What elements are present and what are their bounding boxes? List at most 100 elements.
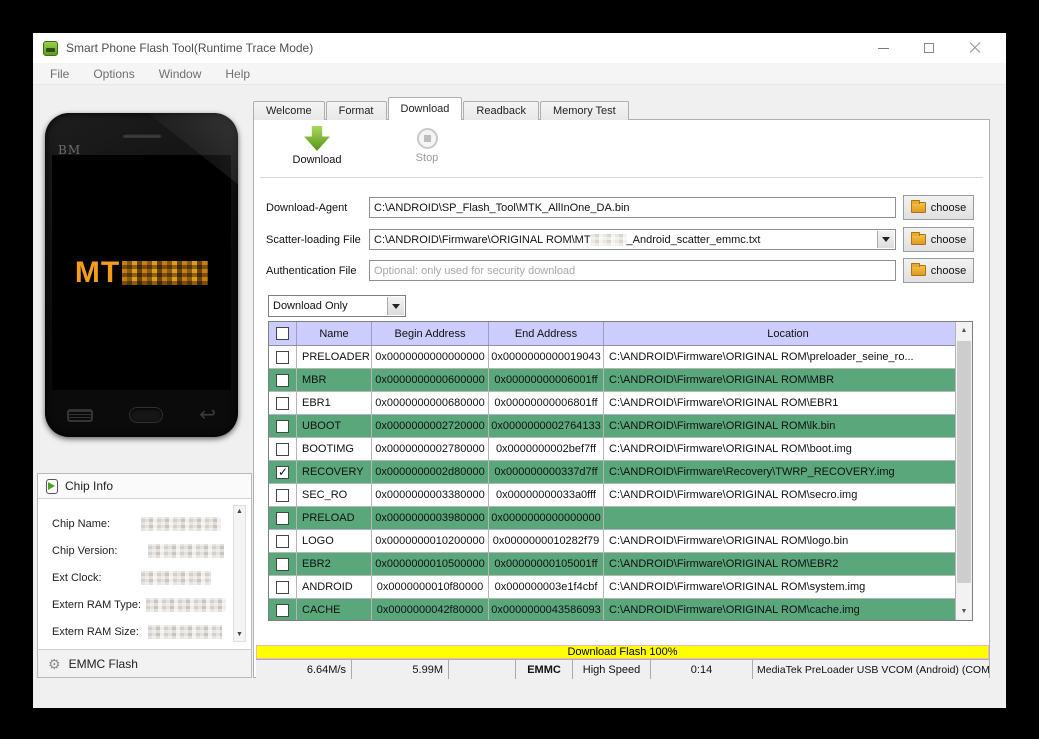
- status-bar: 6.64M/s 5.99M EMMC High Speed 0:14 Media…: [256, 659, 989, 679]
- menu-item-window[interactable]: Window: [147, 67, 214, 81]
- row-checkbox[interactable]: [276, 580, 289, 594]
- menu-item-options[interactable]: Options: [81, 67, 146, 81]
- chip-field-label: Chip Version:: [52, 545, 118, 557]
- chip-field-value-redacted: [146, 598, 226, 612]
- cell-begin-address: 0x0000000042f80000: [372, 599, 489, 620]
- column-header-name[interactable]: Name: [297, 322, 372, 345]
- choose-button-auth[interactable]: choose: [903, 258, 974, 283]
- close-button[interactable]: [952, 33, 998, 63]
- table-row[interactable]: SEC_RO 0x0000000003380000 0x00000000033a…: [269, 484, 972, 507]
- combobox-arrow-icon[interactable]: [877, 231, 894, 248]
- row-checkbox[interactable]: [276, 557, 289, 571]
- cell-location: C:\ANDROID\Firmware\ORIGINAL ROM\secro.i…: [609, 489, 858, 501]
- menu-item-file[interactable]: File: [38, 67, 81, 81]
- column-header-begin[interactable]: Begin Address: [372, 322, 489, 345]
- row-checkbox[interactable]: [276, 419, 289, 433]
- scroll-up-icon[interactable]: ▲: [956, 322, 972, 339]
- row-checkbox[interactable]: [276, 442, 289, 456]
- scatter-file-combobox[interactable]: C:\ANDROID\Firmware\ORIGINAL ROM\MT _Andr…: [369, 229, 896, 250]
- cell-name: EBR1: [297, 392, 372, 414]
- menu-item-help[interactable]: Help: [213, 67, 262, 81]
- mode-select[interactable]: Download Only: [268, 295, 406, 317]
- cell-end-address: 0x0000000043586093: [489, 599, 604, 620]
- table-row[interactable]: PRELOAD 0x0000000003980000 0x00000000000…: [269, 507, 972, 530]
- scroll-down-icon[interactable]: ▼: [956, 603, 972, 620]
- chip-field-value-redacted: [141, 517, 221, 531]
- cell-location: C:\ANDROID\Firmware\ORIGINAL ROM\preload…: [609, 351, 914, 363]
- table-row[interactable]: PRELOADER 0x0000000000000000 0x000000000…: [269, 346, 972, 369]
- download-button[interactable]: Download: [282, 126, 352, 166]
- row-checkbox[interactable]: [276, 350, 289, 364]
- cell-name: RECOVERY: [297, 461, 372, 483]
- close-icon: [969, 42, 981, 54]
- emmc-flash-bar: ⚙ EMMC Flash: [37, 649, 252, 678]
- folder-icon: [910, 200, 926, 213]
- cell-begin-address: 0x0000000003980000: [372, 507, 489, 529]
- cell-location: C:\ANDROID\Firmware\ORIGINAL ROM\EBR2: [609, 558, 839, 570]
- tab-memory-test[interactable]: Memory Test: [539, 101, 629, 120]
- scroll-up-icon[interactable]: ▲: [234, 506, 245, 518]
- cell-end-address: 0x0000000002764133: [489, 415, 604, 437]
- phone-screen-text: MT: [75, 256, 209, 290]
- table-row[interactable]: EBR2 0x0000000010500000 0x00000000105001…: [269, 553, 972, 576]
- choose-button-scatter[interactable]: choose: [903, 227, 974, 252]
- table-row[interactable]: ANDROID 0x0000000010f80000 0x000000003e1…: [269, 576, 972, 599]
- table-row[interactable]: CACHE 0x0000000042f80000 0x0000000043586…: [269, 599, 972, 620]
- tab-welcome[interactable]: Welcome: [253, 101, 325, 120]
- auth-file-input[interactable]: [369, 260, 896, 281]
- tab-download[interactable]: Download: [387, 97, 463, 120]
- emmc-flash-label: EMMC Flash: [68, 656, 138, 671]
- chip-info-scrollbar[interactable]: ▲ ▼: [233, 505, 246, 642]
- phone-screen: MT: [52, 155, 231, 390]
- cell-name: EBR2: [297, 553, 372, 575]
- redacted-pixels: [590, 233, 627, 246]
- choose-button-agent[interactable]: choose: [903, 195, 974, 220]
- column-header-location[interactable]: Location: [604, 322, 972, 345]
- column-header-end[interactable]: End Address: [489, 322, 604, 345]
- cell-begin-address: 0x0000000002d80000: [372, 461, 489, 483]
- stop-button[interactable]: Stop: [392, 126, 462, 164]
- download-arrow-icon: [304, 126, 330, 151]
- scroll-down-icon[interactable]: ▼: [234, 629, 245, 641]
- stop-icon: [416, 128, 438, 149]
- minimize-button[interactable]: [860, 33, 906, 63]
- cell-begin-address: 0x0000000010500000: [372, 553, 489, 575]
- folder-icon: [910, 263, 926, 276]
- download-agent-label: Download-Agent: [266, 202, 348, 214]
- tab-readback[interactable]: Readback: [463, 101, 539, 120]
- download-agent-input[interactable]: [369, 197, 896, 218]
- cell-end-address: 0x00000000006001ff: [489, 369, 604, 391]
- cell-location: C:\ANDROID\Firmware\ORIGINAL ROM\lk.bin: [609, 420, 836, 432]
- table-row[interactable]: EBR1 0x0000000000680000 0x00000000006801…: [269, 392, 972, 415]
- status-empty-segment: [449, 660, 516, 679]
- table-row[interactable]: UBOOT 0x0000000002720000 0x0000000002764…: [269, 415, 972, 438]
- row-checkbox[interactable]: [276, 373, 289, 387]
- chip-field-label: Ext Clock:: [52, 572, 102, 584]
- row-checkbox[interactable]: [276, 465, 289, 479]
- table-row[interactable]: LOGO 0x0000000010200000 0x0000000010282f…: [269, 530, 972, 553]
- row-checkbox[interactable]: [276, 603, 289, 617]
- gear-icon: ⚙: [48, 655, 61, 672]
- row-checkbox[interactable]: [276, 396, 289, 410]
- row-checkbox[interactable]: [276, 488, 289, 502]
- status-size: 5.99M: [352, 660, 449, 679]
- table-row[interactable]: MBR 0x0000000000600000 0x00000000006001f…: [269, 369, 972, 392]
- title-bar: Smart Phone Flash Tool(Runtime Trace Mod…: [33, 33, 1006, 63]
- app-icon: [43, 40, 58, 56]
- maximize-button[interactable]: [906, 33, 952, 63]
- cell-end-address: 0x000000000337d7ff: [489, 461, 604, 483]
- row-checkbox[interactable]: [276, 534, 289, 548]
- cell-name: BOOTIMG: [297, 438, 372, 460]
- table-row[interactable]: BOOTIMG 0x0000000002780000 0x0000000002b…: [269, 438, 972, 461]
- select-all-checkbox[interactable]: [276, 327, 289, 340]
- table-scrollbar[interactable]: ▲ ▼: [955, 322, 972, 620]
- table-header: Name Begin Address End Address Location: [269, 322, 972, 346]
- cell-end-address: 0x0000000010282f79: [489, 530, 604, 552]
- cell-name: SEC_RO: [297, 484, 372, 506]
- table-row[interactable]: RECOVERY 0x0000000002d80000 0x0000000003…: [269, 461, 972, 484]
- tab-format[interactable]: Format: [325, 101, 387, 120]
- combobox-arrow-icon[interactable]: [387, 297, 404, 315]
- cell-begin-address: 0x0000000002780000: [372, 438, 489, 460]
- row-checkbox[interactable]: [276, 511, 289, 525]
- scrollbar-thumb[interactable]: [957, 341, 971, 583]
